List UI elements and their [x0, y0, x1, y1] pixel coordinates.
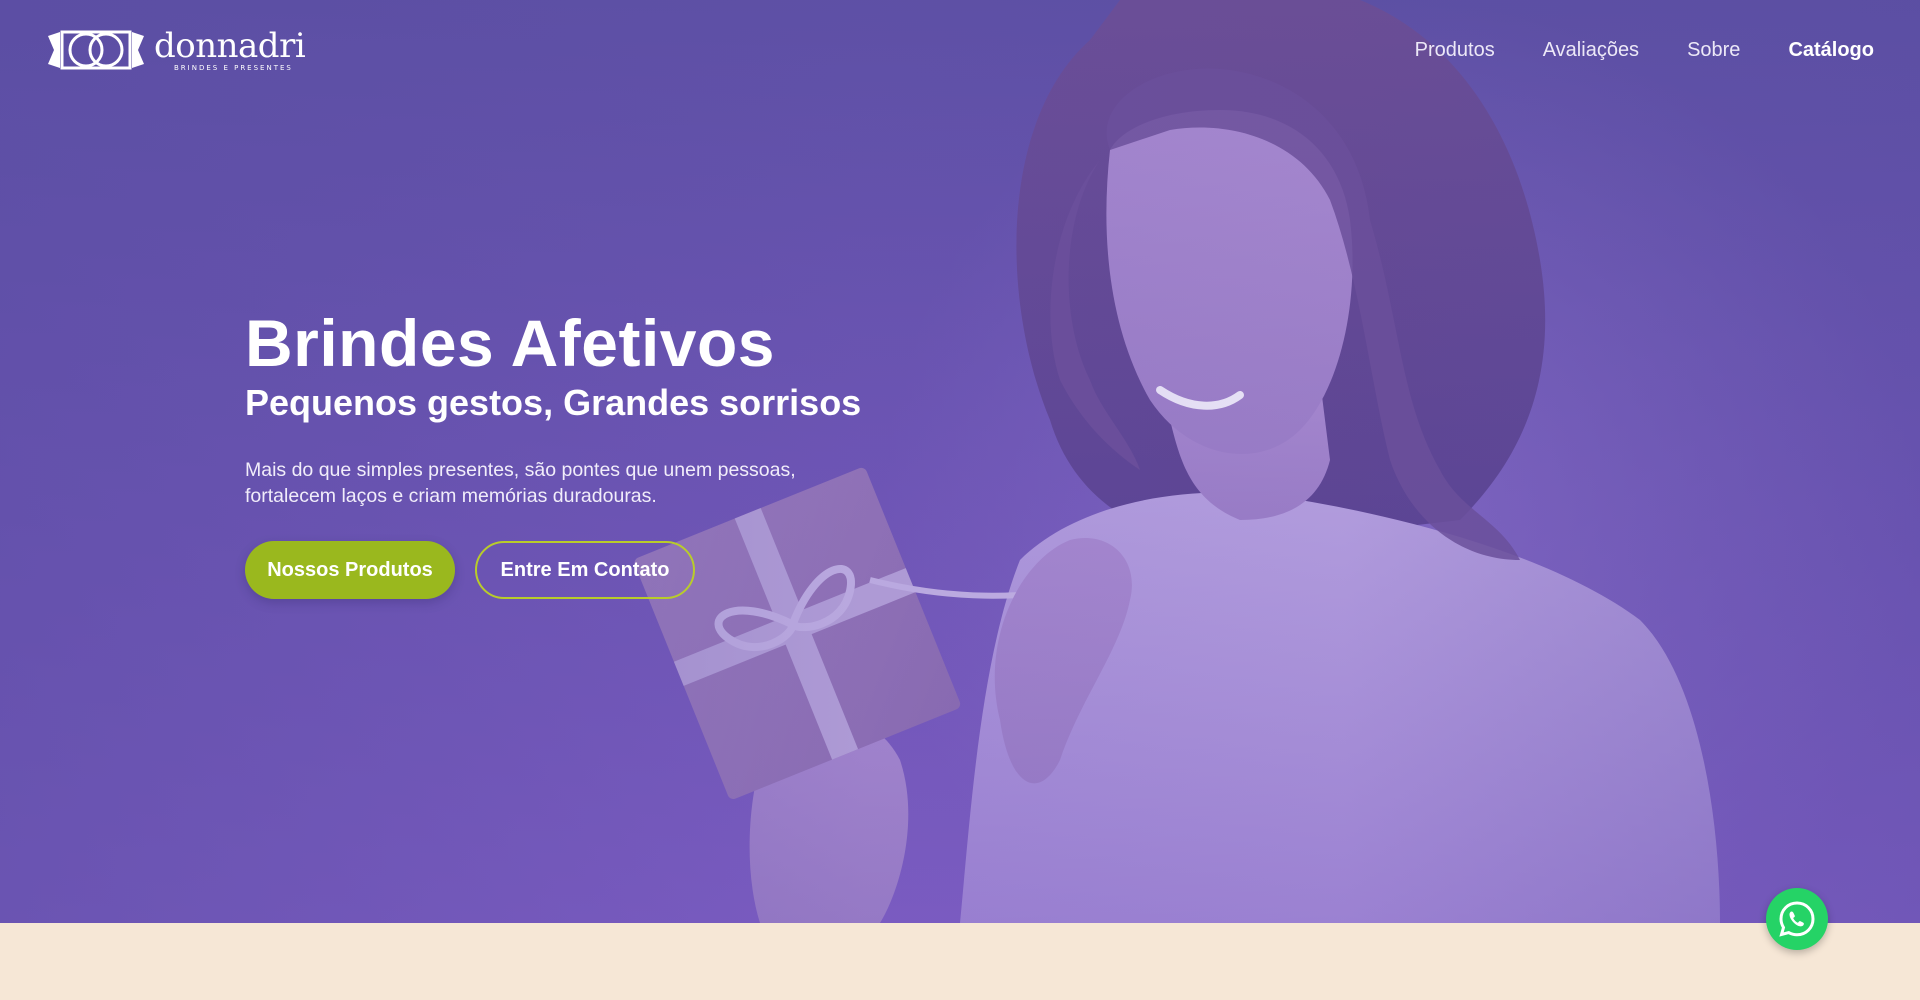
whatsapp-button[interactable]: [1766, 888, 1828, 950]
brand-logo[interactable]: donnadri BRINDES E PRESENTES: [46, 26, 306, 72]
hero-buttons: Nossos Produtos Entre Em Contato: [245, 541, 861, 599]
entre-em-contato-button[interactable]: Entre Em Contato: [475, 541, 695, 599]
nossos-produtos-button[interactable]: Nossos Produtos: [245, 541, 455, 599]
site-header: donnadri BRINDES E PRESENTES Produtos Av…: [0, 0, 1920, 100]
next-section: [0, 923, 1920, 1000]
whatsapp-icon: [1779, 901, 1815, 937]
logo-mark-icon: [48, 30, 144, 70]
hero-description: Mais do que simples presentes, são ponte…: [245, 459, 796, 507]
nav-item-sobre[interactable]: Sobre: [1687, 39, 1740, 62]
brand-tagline: BRINDES E PRESENTES: [174, 64, 293, 72]
nav-item-catalogo[interactable]: Catálogo: [1788, 39, 1874, 62]
nav-item-produtos[interactable]: Produtos: [1415, 39, 1495, 62]
hero-title: Brindes Afetivos: [245, 306, 776, 380]
hero-subtitle: Pequenos gestos, Grandes sorrisos: [245, 382, 862, 423]
brand-name: donnadri: [154, 26, 306, 66]
hero-content: Brindes Afetivos Pequenos gestos, Grande…: [245, 305, 861, 599]
main-nav: Produtos Avaliações Sobre Catálogo: [1415, 39, 1874, 62]
nav-item-avaliacoes[interactable]: Avaliações: [1543, 39, 1639, 62]
hero-section: donnadri BRINDES E PRESENTES Produtos Av…: [0, 0, 1920, 923]
